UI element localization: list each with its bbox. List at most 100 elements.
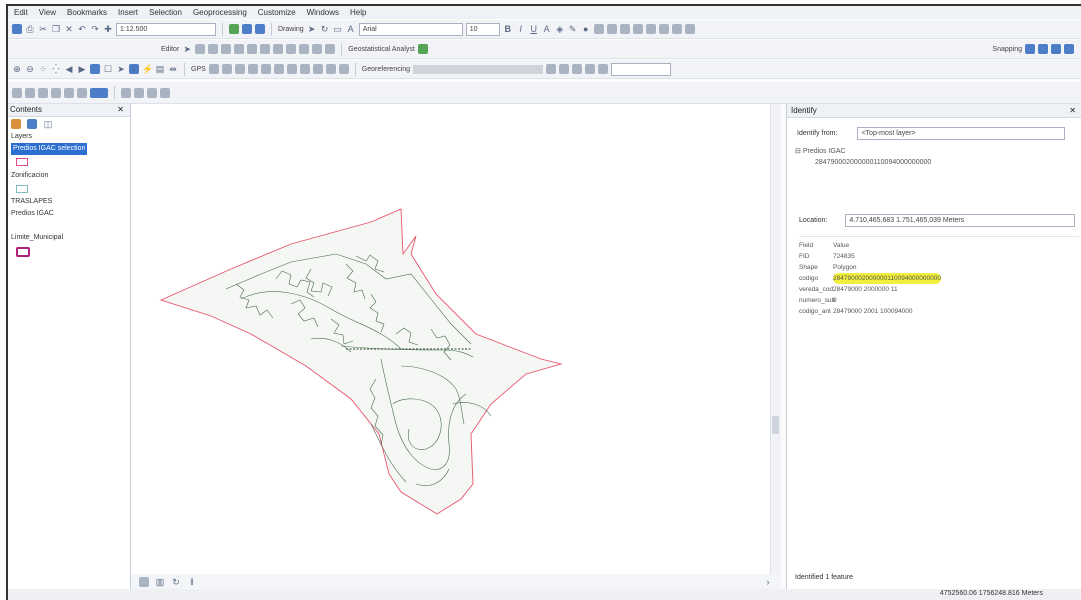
scale-combo[interactable]: 1:12.500 [116,22,216,36]
layer-name[interactable]: Predios IGAC selection [11,143,88,155]
layer-name[interactable]: Predios IGAC [11,210,54,217]
toolbar-icon[interactable] [619,24,630,34]
toolbar-icon[interactable] [260,64,271,74]
editor-icon[interactable] [247,44,258,54]
layer-name[interactable]: TRASLAPES [11,198,52,205]
toolbar-icon[interactable] [299,64,310,74]
list-by-drawing-order-icon[interactable] [11,119,21,129]
snapping-menu[interactable]: Snapping [992,46,1022,53]
hyperlink-icon[interactable]: ⚡ [142,64,153,74]
tree-feature-node[interactable]: 284790002000000110094000000000 [795,157,931,168]
copy-icon[interactable]: ❐ [51,24,61,34]
toolbar-icon[interactable] [572,64,583,74]
marker-color-icon[interactable]: ● [581,24,591,34]
zoom-out-icon[interactable]: ⊖ [25,64,35,74]
editor-icon[interactable] [195,44,206,54]
menu-help[interactable]: Help [350,8,366,17]
editor-toolbar-icon[interactable] [229,24,239,34]
toolbar-icon[interactable] [559,64,570,74]
identify-from-combo[interactable]: <Top-most layer> [857,127,1066,140]
toolbar-icon[interactable] [77,87,87,98]
fixed-zoom-icon[interactable]: ⁘ [38,64,48,74]
menu-windows[interactable]: Windows [307,8,339,17]
close-icon[interactable]: ✕ [1069,104,1076,117]
toc-window-icon[interactable] [242,24,252,34]
map-view[interactable] [131,104,781,574]
georeferencing-layer-combo[interactable] [413,64,544,74]
toolbar-icon[interactable] [325,64,336,74]
undo-icon[interactable]: ↶ [77,24,87,34]
layout-view-icon[interactable]: ▥ [155,577,165,587]
edge-snapping-icon[interactable] [1064,44,1074,54]
layer-name[interactable]: Zonificacion [11,172,48,179]
layer-item[interactable]: TRASLAPES [8,196,130,208]
editor-icon[interactable] [312,44,323,54]
list-by-source-icon[interactable] [27,119,37,129]
delete-icon[interactable]: ✕ [64,24,74,34]
save-icon[interactable] [12,24,22,34]
html-popup-icon[interactable]: ▤ [155,64,165,74]
map-vertical-scrollbar[interactable] [770,104,781,574]
font-size-combo[interactable]: 10 [465,22,500,36]
drawing-menu[interactable]: Drawing [278,26,304,33]
layer-item[interactable]: Zonificacion [8,170,130,182]
georeferencing-menu[interactable]: Georeferencing [362,66,410,73]
print-icon[interactable]: ⎙ [25,24,35,34]
toolbar-icon[interactable] [632,24,643,34]
geostat-wizard-icon[interactable] [417,44,428,54]
toolbar-icon[interactable] [90,87,108,98]
toolbar-icon[interactable] [684,24,695,34]
layers-group[interactable]: Layers [8,131,130,143]
fill-color-icon[interactable]: ◈ [555,24,565,34]
toolbar-icon[interactable] [645,24,656,34]
toolbar-icon[interactable] [671,24,682,34]
end-snapping-icon[interactable] [1038,44,1048,54]
underline-icon[interactable]: U [529,24,539,34]
toolbar-icon[interactable] [160,87,170,98]
toolbar-icon[interactable] [134,87,144,98]
catalog-window-icon[interactable] [255,24,265,34]
gps-icon[interactable] [247,64,258,74]
editor-icon[interactable] [273,44,284,54]
toolbar-icon[interactable] [338,64,349,74]
location-value[interactable]: 4.710,465,683 1.751,465,039 Meters [845,214,1076,227]
scrollbar-thumb[interactable] [772,416,779,434]
geostatistical-analyst-menu[interactable]: Geostatistical Analyst [348,46,415,53]
gps-icon[interactable] [208,64,219,74]
edit-tool-icon[interactable]: ➤ [182,44,192,54]
editor-icon[interactable] [208,44,219,54]
vertex-snapping-icon[interactable] [1051,44,1061,54]
rectangle-icon[interactable]: ▭ [333,24,343,34]
bold-icon[interactable]: B [503,24,513,34]
gps-icon[interactable] [221,64,232,74]
toolbar-icon[interactable] [51,87,61,98]
menu-geoprocessing[interactable]: Geoprocessing [193,8,247,17]
rotate-icon[interactable]: ↻ [320,24,330,34]
font-color-icon[interactable]: A [542,24,552,34]
cut-icon[interactable]: ✂ [38,24,48,34]
toolbar-icon[interactable] [273,64,284,74]
toolbar-icon[interactable] [38,87,48,98]
toolbar-icon[interactable] [64,87,74,98]
data-view-icon[interactable] [139,576,149,587]
layer-item[interactable]: Predios IGAC selection [8,143,130,155]
redo-icon[interactable]: ↷ [90,24,100,34]
toolbar-icon[interactable] [593,24,604,34]
editor-icon[interactable] [221,44,232,54]
layer-item[interactable]: Predios IGAC [8,208,130,220]
fixed-zoom-out-icon[interactable]: ⁛ [51,64,61,74]
toolbar-icon[interactable] [546,64,557,74]
select-elements-icon[interactable]: ➤ [307,24,317,34]
add-data-icon[interactable]: ✚ [103,24,113,34]
line-color-icon[interactable]: ✎ [568,24,578,34]
editor-icon[interactable] [299,44,310,54]
editor-icon[interactable] [260,44,271,54]
toolbar-icon[interactable] [312,64,323,74]
layer-item[interactable]: Limite_Municipal [8,232,130,244]
zoom-in-icon[interactable]: ⊕ [12,64,22,74]
toolbar-icon[interactable] [286,64,297,74]
gps-menu[interactable]: GPS [191,66,206,73]
identify-icon[interactable]: i [129,64,139,74]
tree-layer-name[interactable]: Predios IGAC [803,148,846,155]
tree-layer-node[interactable]: ⊟ Predios IGAC [795,146,931,157]
